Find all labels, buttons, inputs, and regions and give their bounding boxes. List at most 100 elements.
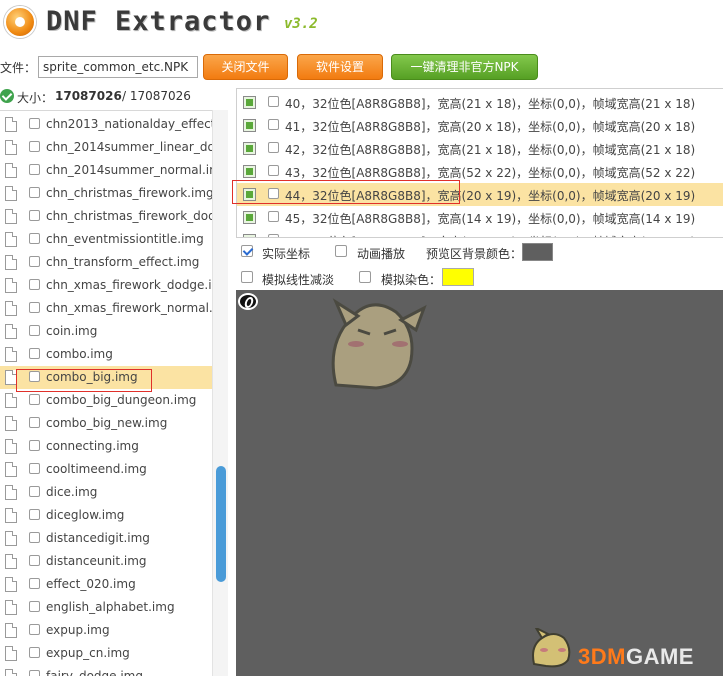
frame-list-item[interactable]: 40，32位色[A8R8G8B8]，宽高(21 x 18)，坐标(0,0)，帧域… xyxy=(237,91,723,114)
frame-checkbox[interactable] xyxy=(268,119,279,130)
frame-checkbox[interactable] xyxy=(268,234,279,237)
file-list-scroll-thumb[interactable] xyxy=(216,466,226,582)
file-list-item[interactable]: cooltimeend.img xyxy=(0,458,212,481)
frame-checkbox[interactable] xyxy=(268,211,279,222)
file-icon xyxy=(5,462,17,477)
file-checkbox[interactable] xyxy=(29,371,40,382)
file-checkbox[interactable] xyxy=(29,532,40,543)
file-list-item[interactable]: effect_020.img xyxy=(0,573,212,596)
file-list-item[interactable]: combo.img xyxy=(0,343,212,366)
file-name: chn_2014summer_linear_dodge.img xyxy=(46,140,228,154)
file-icon xyxy=(5,255,17,270)
file-checkbox[interactable] xyxy=(29,670,40,676)
file-list-item[interactable]: chn_2014summer_normal.img xyxy=(0,159,228,182)
file-checkbox[interactable] xyxy=(29,187,40,198)
close-file-button[interactable]: 关闭文件 xyxy=(203,54,288,80)
file-icon xyxy=(5,646,17,661)
file-list-item[interactable]: chn_eventmissiontitle.img xyxy=(0,228,212,251)
file-name: effect_020.img xyxy=(46,577,136,591)
file-checkbox[interactable] xyxy=(29,210,40,221)
file-path-input[interactable] xyxy=(38,56,198,78)
file-list-item[interactable]: chn_christmas_firework_dodge.img xyxy=(0,205,228,228)
file-list-item[interactable]: combo_big.img xyxy=(0,366,212,389)
img-file-list: chn2013_nationalday_effect.img chn_2014su… xyxy=(0,110,228,676)
file-checkbox[interactable] xyxy=(29,509,40,520)
file-checkbox[interactable] xyxy=(29,463,40,474)
file-name: combo_big.img xyxy=(46,370,138,384)
file-checkbox[interactable] xyxy=(29,555,40,566)
file-name: chn2013_nationalday_effect.img xyxy=(46,117,228,131)
file-list-item[interactable]: connecting.img xyxy=(0,435,212,458)
file-icon xyxy=(5,140,17,155)
file-checkbox[interactable] xyxy=(29,325,40,336)
frame-checkbox[interactable] xyxy=(268,165,279,176)
frame-list-item[interactable]: 46，32位色[A8R8G8B8]，宽高(20 x 19)，坐标(0,0)，帧域… xyxy=(237,229,723,237)
file-icon xyxy=(5,163,17,178)
file-list-item[interactable]: combo_big_new.img xyxy=(0,412,212,435)
file-list-item[interactable]: chn2013_nationalday_effect.img xyxy=(0,113,228,136)
file-list-item[interactable]: chn_xmas_firework_dodge.img xyxy=(0,274,228,297)
file-icon xyxy=(5,554,17,569)
frame-checkbox[interactable] xyxy=(268,188,279,199)
frame-checkbox[interactable] xyxy=(268,96,279,107)
file-list-item[interactable]: english_alphabet.img xyxy=(0,596,212,619)
file-checkbox[interactable] xyxy=(29,141,40,152)
file-checkbox[interactable] xyxy=(29,486,40,497)
linear-dodge-checkbox[interactable] xyxy=(241,271,253,283)
file-list-item[interactable]: chn_xmas_firework_normal.img xyxy=(0,297,228,320)
file-checkbox[interactable] xyxy=(29,164,40,175)
file-list-item[interactable]: expup.img xyxy=(0,619,212,642)
file-checkbox[interactable] xyxy=(29,440,40,451)
actual-coords-checkbox[interactable] xyxy=(241,245,253,257)
file-list-item[interactable]: combo_big_dungeon.img xyxy=(0,389,212,412)
frame-list-item[interactable]: 41，32位色[A8R8G8B8]，宽高(20 x 18)，坐标(0,0)，帧域… xyxy=(237,114,723,137)
frame-checkbox[interactable] xyxy=(268,142,279,153)
file-icon xyxy=(5,117,17,132)
animation-checkbox[interactable] xyxy=(335,245,347,257)
file-checkbox[interactable] xyxy=(29,578,40,589)
file-icon xyxy=(5,531,17,546)
dye-checkbox[interactable] xyxy=(359,271,371,283)
file-checkbox[interactable] xyxy=(29,417,40,428)
file-checkbox[interactable] xyxy=(29,394,40,405)
file-list-item[interactable]: chn_2014summer_linear_dodge.img xyxy=(0,136,228,159)
file-checkbox[interactable] xyxy=(29,601,40,612)
file-checkbox[interactable] xyxy=(29,624,40,635)
frame-list-item[interactable]: 45，32位色[A8R8G8B8]，宽高(14 x 19)，坐标(0,0)，帧域… xyxy=(237,206,723,229)
title-bar: DNF Extractor v3.2 xyxy=(0,0,723,46)
file-checkbox[interactable] xyxy=(29,118,40,129)
frame-list: 40，32位色[A8R8G8B8]，宽高(21 x 18)，坐标(0,0)，帧域… xyxy=(236,88,723,238)
bg-color-label: 预览区背景颜色： xyxy=(426,247,523,261)
bg-color-picker[interactable] xyxy=(522,243,553,261)
file-checkbox[interactable] xyxy=(29,647,40,658)
file-list-item[interactable]: distanceunit.img xyxy=(0,550,212,573)
file-checkbox[interactable] xyxy=(29,256,40,267)
settings-button[interactable]: 软件设置 xyxy=(297,54,383,80)
file-list-item[interactable]: fairy_dodge.img xyxy=(0,665,212,676)
file-list-item[interactable]: chn_christmas_firework.img xyxy=(0,182,214,205)
file-list-item[interactable]: distancedigit.img xyxy=(0,527,212,550)
frame-info: 44，32位色[A8R8G8B8]，宽高(20 x 19)，坐标(0,0)，帧域… xyxy=(285,189,696,203)
file-checkbox[interactable] xyxy=(29,279,40,290)
animation-label: 动画播放 xyxy=(357,247,406,261)
file-list-item[interactable]: expup_cn.img xyxy=(0,642,212,665)
file-list-item[interactable]: diceglow.img xyxy=(0,504,212,527)
image-icon xyxy=(243,165,256,178)
file-list-item[interactable]: coin.img xyxy=(0,320,212,343)
watermark-brand-rest: GAME xyxy=(625,644,694,669)
clean-npk-button[interactable]: 一键清理非官方NPK xyxy=(391,54,538,80)
frame-list-item[interactable]: 44，32位色[A8R8G8B8]，宽高(20 x 19)，坐标(0,0)，帧域… xyxy=(237,183,723,206)
file-list-item[interactable]: dice.img xyxy=(0,481,212,504)
file-list-item[interactable]: chn_transform_effect.img xyxy=(0,251,212,274)
file-checkbox[interactable] xyxy=(29,348,40,359)
check-circle-icon xyxy=(0,89,14,103)
file-icon xyxy=(5,301,17,316)
image-icon xyxy=(243,234,256,237)
frame-list-item[interactable]: 42，32位色[A8R8G8B8]，宽高(21 x 18)，坐标(0,0)，帧域… xyxy=(237,137,723,160)
dye-color-picker[interactable] xyxy=(442,268,474,286)
file-checkbox[interactable] xyxy=(29,233,40,244)
file-list-scrollbar[interactable] xyxy=(212,110,228,676)
file-icon xyxy=(5,278,17,293)
frame-list-item[interactable]: 43，32位色[A8R8G8B8]，宽高(52 x 22)，坐标(0,0)，帧域… xyxy=(237,160,723,183)
file-checkbox[interactable] xyxy=(29,302,40,313)
